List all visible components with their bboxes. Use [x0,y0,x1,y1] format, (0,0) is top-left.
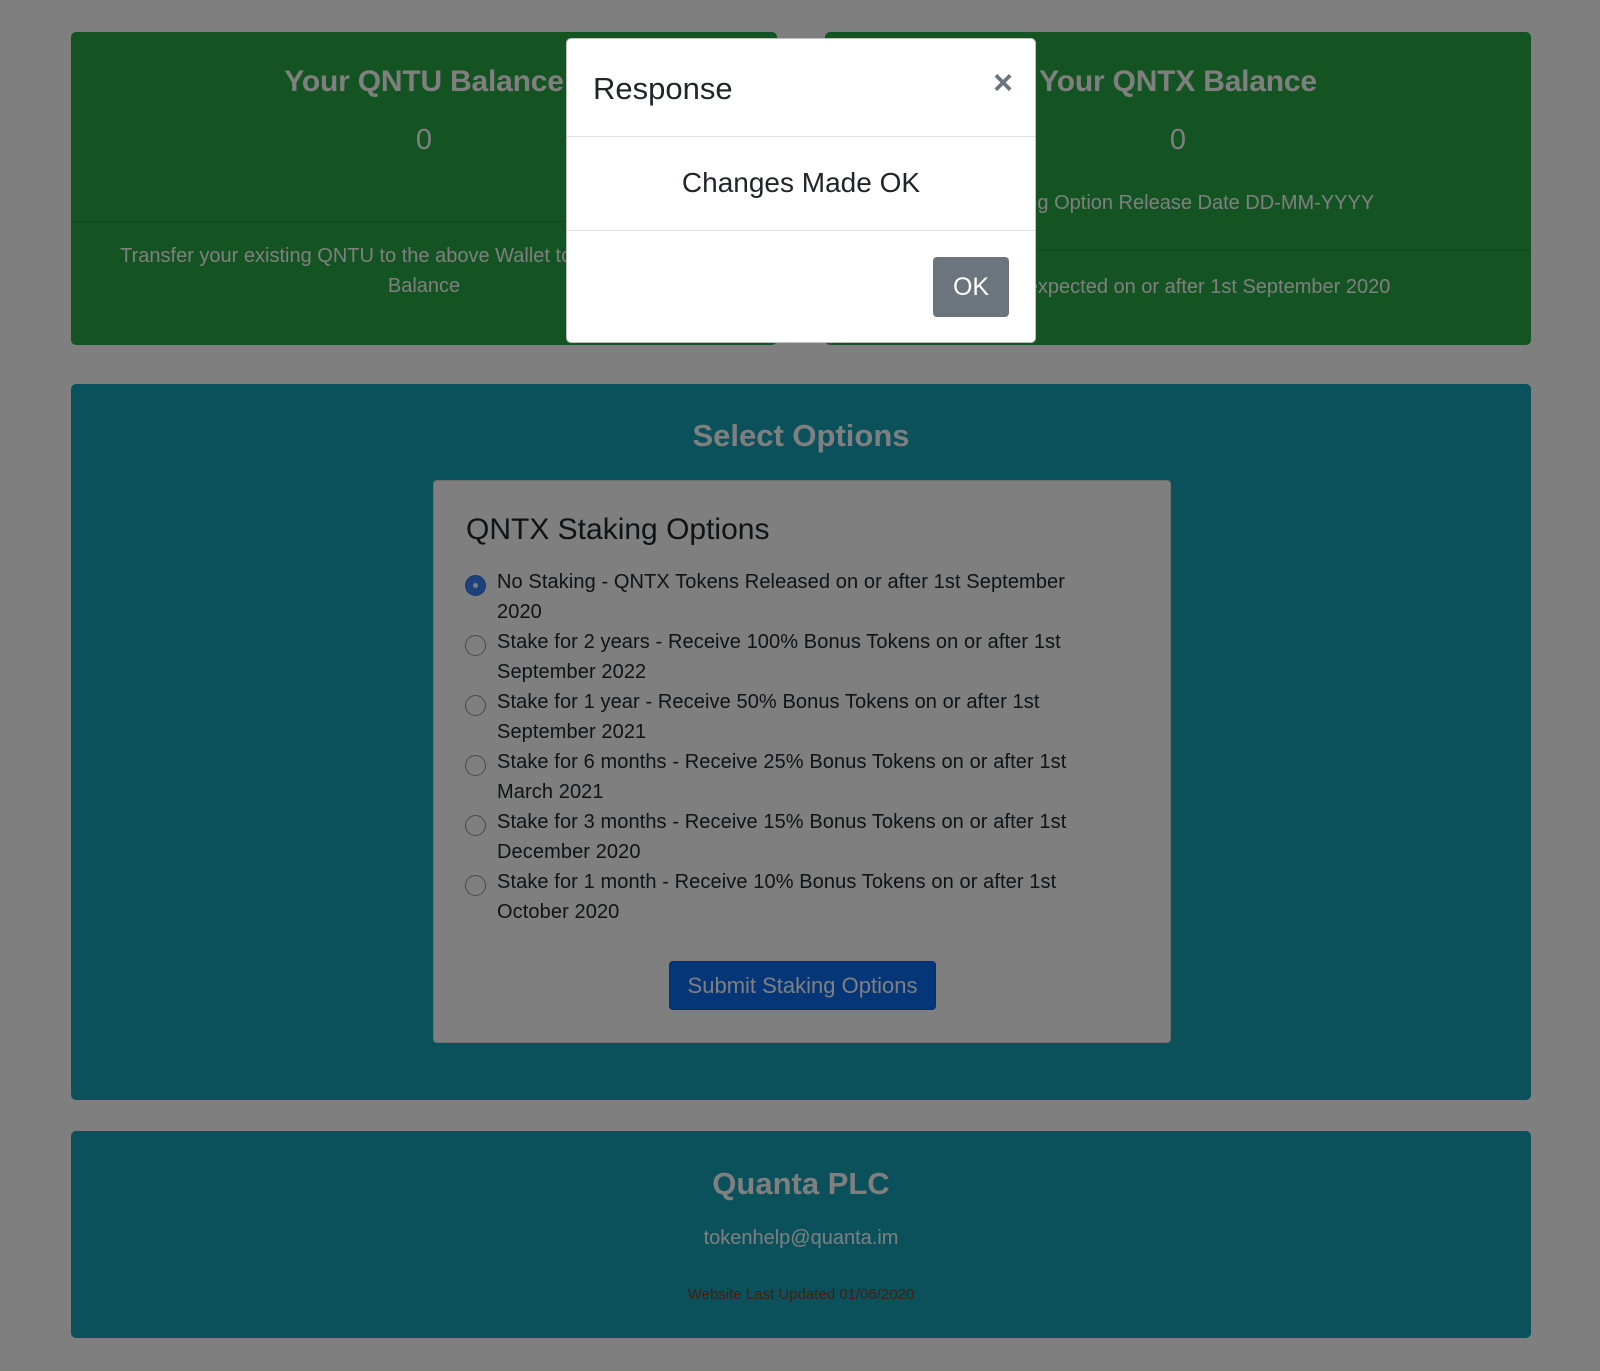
page: Your QNTU Balance 0 Transfer your existi… [0,0,1600,1371]
response-modal: Response × Changes Made OK OK [566,38,1036,343]
close-icon[interactable]: × [993,66,1013,100]
modal-message: Changes Made OK [681,167,921,198]
modal-title: Response [593,71,733,106]
ok-button[interactable]: OK [933,257,1009,317]
modal-body: Changes Made OK [567,137,1035,231]
modal-header: Response × [567,39,1035,137]
